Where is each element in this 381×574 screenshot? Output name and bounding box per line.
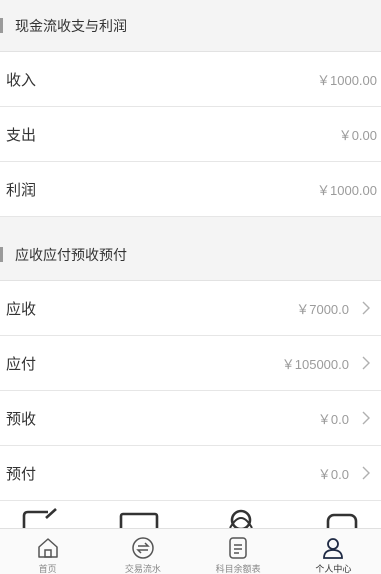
receivables-header: 应收应付预收预付 xyxy=(0,229,381,281)
shortcut-icons-peek xyxy=(22,508,358,528)
expense-row: 支出 ￥0.00 xyxy=(0,107,381,162)
income-row: 收入 ￥1000.00 xyxy=(0,52,381,107)
tab-profile-label: 个人中心 xyxy=(315,564,352,574)
chevron-right-icon xyxy=(355,352,377,374)
payable-row[interactable]: 应付 ￥105000.0 xyxy=(0,336,381,391)
tab-ledger-label: 科目余额表 xyxy=(215,564,261,574)
expense-value: ￥0.00 xyxy=(338,127,377,143)
tab-transactions[interactable]: 交易流水 xyxy=(95,529,190,574)
payable-value: ￥105000.0 xyxy=(281,356,349,372)
profit-value: ￥1000.00 xyxy=(317,182,377,198)
receivable-row[interactable]: 应收 ￥7000.0 xyxy=(0,281,381,336)
chevron-right-icon xyxy=(355,407,377,429)
prepaid-label: 预付 xyxy=(6,465,37,483)
expense-label: 支出 xyxy=(6,126,37,144)
bottom-tab-bar: 首页 交易流水 科目余额表 个人中心 xyxy=(0,528,381,574)
income-label: 收入 xyxy=(6,71,37,89)
next-section-peek xyxy=(0,506,381,528)
receivables-section: 应收应付预收预付 应收 ￥7000.0 应付 ￥105000.0 预收 ￥0.0 xyxy=(0,229,381,501)
advance-received-value: ￥0.0 xyxy=(317,411,349,427)
section-divider xyxy=(0,217,381,229)
receivable-value: ￥7000.0 xyxy=(296,301,349,317)
exchange-icon xyxy=(130,535,156,561)
payable-label: 应付 xyxy=(6,355,37,373)
chevron-right-icon xyxy=(355,462,377,484)
tab-home[interactable]: 首页 xyxy=(0,529,95,574)
tab-profile[interactable]: 个人中心 xyxy=(286,529,381,574)
cashflow-section: 现金流收支与利润 收入 ￥1000.00 支出 ￥0.00 利润 ￥1000.0… xyxy=(0,0,381,217)
tab-home-label: 首页 xyxy=(38,564,57,574)
advance-received-row[interactable]: 预收 ￥0.0 xyxy=(0,391,381,446)
section-accent-bar xyxy=(0,247,3,262)
tab-transactions-label: 交易流水 xyxy=(124,564,161,574)
person-icon xyxy=(320,535,346,561)
receivable-label: 应收 xyxy=(6,300,37,318)
ledger-icon xyxy=(225,535,251,561)
home-icon xyxy=(35,535,61,561)
tab-ledger[interactable]: 科目余额表 xyxy=(191,529,286,574)
cashflow-header: 现金流收支与利润 xyxy=(0,0,381,52)
prepaid-row[interactable]: 预付 ￥0.0 xyxy=(0,446,381,501)
chevron-right-icon xyxy=(355,297,377,319)
section-accent-bar xyxy=(0,18,3,33)
income-value: ￥1000.00 xyxy=(317,72,377,88)
profit-label: 利润 xyxy=(6,181,37,199)
advance-received-label: 预收 xyxy=(6,410,37,428)
cashflow-title: 现金流收支与利润 xyxy=(15,17,127,34)
receivables-title: 应收应付预收预付 xyxy=(15,246,127,263)
profit-row: 利润 ￥1000.00 xyxy=(0,162,381,217)
prepaid-value: ￥0.0 xyxy=(317,466,349,482)
